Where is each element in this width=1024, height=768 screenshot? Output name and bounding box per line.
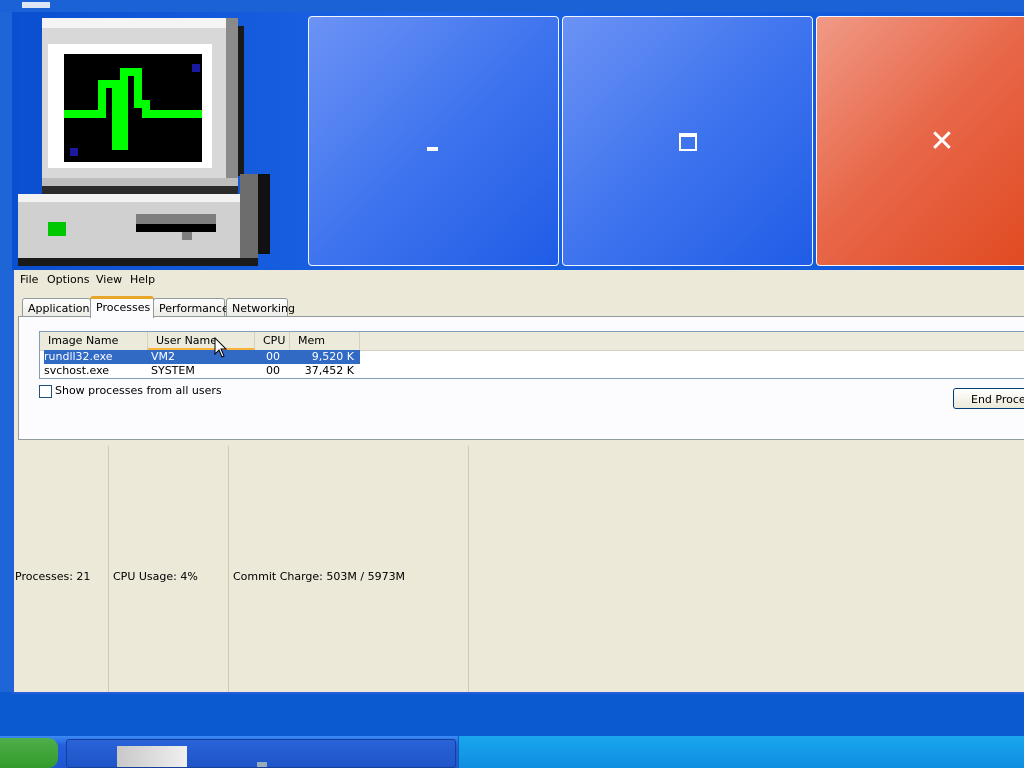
cell-mem-usage: 9,520 K [311, 350, 354, 363]
menu-view[interactable]: View [96, 273, 122, 286]
mouse-cursor-icon [214, 337, 228, 358]
task-manager-icon [18, 18, 270, 266]
cell-user-name: SYSTEM [151, 364, 195, 377]
cell-image-name: svchost.exe [44, 364, 110, 377]
cell-cpu: 00 [266, 364, 280, 377]
menu-help[interactable]: Help [130, 273, 155, 286]
cell-user-name: VM2 [151, 350, 176, 363]
taskbar-glyph [257, 762, 267, 767]
cell-image-name: rundll32.exe [44, 350, 113, 363]
minimize-icon [427, 147, 438, 151]
column-mem-usage[interactable]: Mem Usage [290, 332, 360, 365]
close-icon: ✕ [929, 124, 955, 159]
tab-performance[interactable]: Performance [153, 298, 229, 316]
maximize-button[interactable] [562, 16, 813, 266]
desktop-top-strip [0, 0, 1024, 12]
menu-bar: File Options View Help [14, 270, 1024, 290]
show-all-users-label[interactable]: Show processes from all users [55, 384, 222, 397]
show-all-users-checkbox[interactable] [39, 385, 52, 398]
status-cpu-usage: CPU Usage: 4% [113, 570, 198, 583]
tab-processes[interactable]: Processes [90, 296, 154, 318]
tab-applications[interactable]: Applications [22, 298, 95, 316]
status-pane-processes: Processes: 21 [14, 446, 109, 692]
menu-options[interactable]: Options [47, 273, 89, 286]
title-bar[interactable]: ✕ [12, 12, 1024, 270]
status-pane-cpu: CPU Usage: 4% [109, 446, 229, 692]
tab-networking[interactable]: Networking [226, 298, 295, 316]
notification-area [458, 736, 1024, 768]
table-row[interactable]: svchost.exe SYSTEM 00 37,452 K [44, 364, 360, 378]
column-cpu[interactable]: CPU [255, 332, 290, 350]
process-list-header: Image Name User Name CPU Mem Usage [40, 332, 1024, 365]
menu-file[interactable]: File [20, 273, 38, 286]
task-manager-taskbar-icon [117, 746, 187, 767]
start-button[interactable] [0, 738, 58, 768]
window-client-area: File Options View Help Applications Proc… [14, 270, 1024, 692]
status-bar: Processes: 21 CPU Usage: 4% Commit Charg… [14, 446, 1024, 692]
column-user-name[interactable]: User Name [148, 332, 255, 350]
task-manager-window: ✕ File Options View Help Applications Pr… [12, 12, 1024, 694]
minimize-button[interactable] [308, 16, 559, 266]
maximize-icon [679, 133, 697, 151]
status-processes: Processes: 21 [15, 570, 91, 583]
process-list[interactable]: Image Name User Name CPU Mem Usage rundl… [39, 331, 1024, 379]
end-process-button[interactable]: End Process [953, 388, 1024, 409]
taskbar-button-task-manager[interactable] [66, 739, 456, 768]
cell-mem-usage: 37,452 K [304, 364, 354, 377]
tab-control: Applications Processes Performance Netwo… [18, 292, 1024, 440]
processes-panel: Image Name User Name CPU Mem Usage rundl… [18, 316, 1024, 440]
cell-cpu: 00 [266, 350, 280, 363]
status-pane-commit: Commit Charge: 503M / 5973M [229, 446, 469, 692]
table-row[interactable]: rundll32.exe VM2 00 9,520 K [44, 350, 360, 364]
status-commit-charge: Commit Charge: 503M / 5973M [233, 570, 406, 583]
taskbar [0, 736, 1024, 768]
desktop-corner-item [22, 2, 50, 8]
close-button[interactable]: ✕ [816, 16, 1024, 266]
column-image-name[interactable]: Image Name [40, 332, 148, 350]
